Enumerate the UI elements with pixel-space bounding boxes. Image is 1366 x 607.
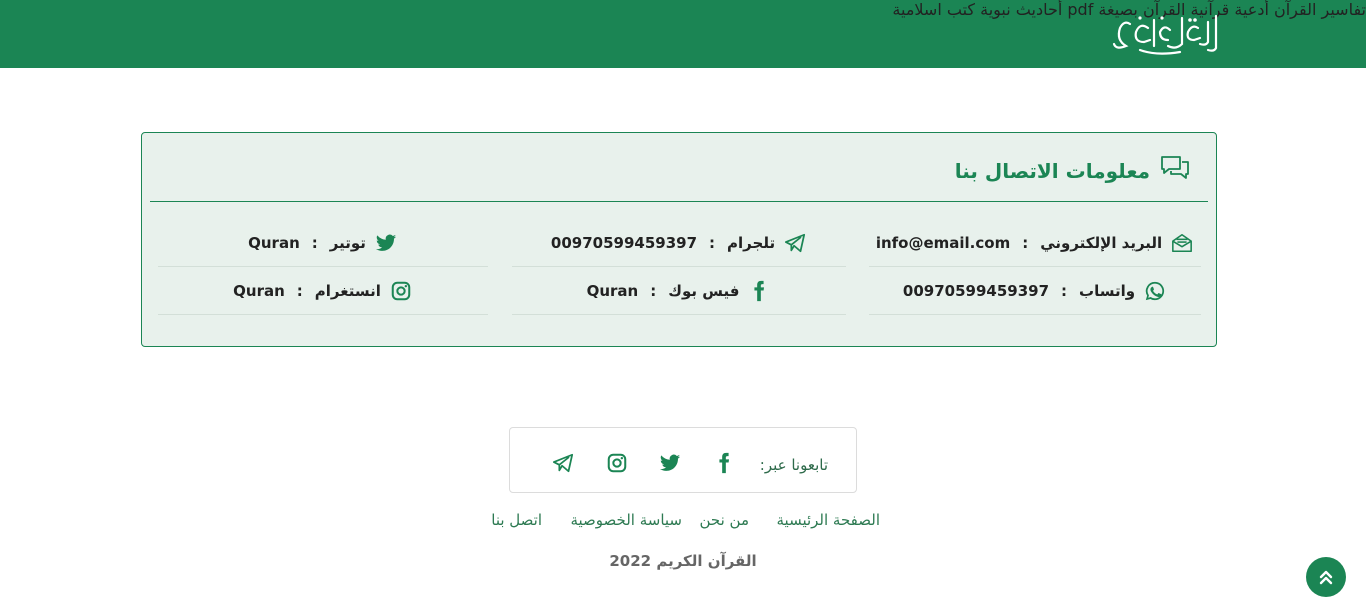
telegram-value[interactable]: 00970599459397 [551, 234, 697, 252]
twitter-icon [374, 231, 398, 255]
instagram-value[interactable]: Quran [233, 282, 285, 300]
contact-card-header: معلومات الاتصال بنا [955, 155, 1190, 186]
follow-us-box: تابعونا عبر: [509, 427, 857, 493]
whatsapp-label: واتساب [1079, 281, 1136, 300]
email-separator: : [1022, 233, 1029, 252]
nav-hadith[interactable]: أحاديث نبوية [980, 0, 1062, 19]
contact-whatsapp-row: واتساب : 00970599459397 [869, 267, 1201, 315]
contact-card-title: معلومات الاتصال بنا [954, 158, 1150, 183]
whatsapp-value[interactable]: 00970599459397 [903, 282, 1049, 300]
instagram-icon [389, 279, 413, 303]
envelope-open-icon [1170, 231, 1194, 255]
twitter-label: توتير [329, 233, 366, 252]
footer-link-privacy[interactable]: سياسة الخصوصية [570, 511, 682, 529]
contact-instagram-row: انستغرام : Quran [158, 267, 488, 315]
nav-tafsir[interactable]: تفاسير القرآن [1274, 0, 1366, 19]
chat-bubbles-icon [1160, 155, 1190, 186]
top-navbar: تفاسير القرآن أدعية قرآنية القرآن بصيغة … [0, 0, 1366, 68]
whatsapp-icon [1143, 279, 1167, 303]
email-label: البريد الإلكتروني [1040, 233, 1163, 252]
contact-info-card: معلومات الاتصال بنا البريد الإلكتروني : … [141, 132, 1217, 347]
facebook-icon [747, 279, 771, 303]
facebook-label: فيس بوك [668, 281, 740, 300]
contact-email-row: البريد الإلكتروني : info@email.com [869, 219, 1201, 267]
contact-card-divider [150, 201, 1208, 202]
instagram-icon[interactable] [606, 452, 628, 474]
email-value[interactable]: info@email.com [876, 234, 1010, 252]
twitter-separator: : [311, 233, 318, 252]
contact-column-left: توتير : Quran انستغرام : Quran [158, 219, 488, 315]
footer-link-home[interactable]: الصفحة الرئيسية [777, 511, 881, 529]
contact-twitter-row: توتير : Quran [158, 219, 488, 267]
contact-telegram-row: تلجرام : 00970599459397 [512, 219, 846, 267]
facebook-value[interactable]: Quran [587, 282, 639, 300]
follow-us-label: تابعونا عبر: [759, 456, 828, 474]
contact-column-right: البريد الإلكتروني : info@email.com واتسا… [869, 219, 1201, 315]
site-logo[interactable] [1110, 10, 1222, 58]
facebook-separator: : [650, 281, 657, 300]
contact-column-middle: تلجرام : 00970599459397 فيس بوك : Quran [512, 219, 846, 315]
footer-link-about[interactable]: من نحن [700, 511, 750, 529]
twitter-value[interactable]: Quran [248, 234, 300, 252]
instagram-label: انستغرام [314, 281, 381, 300]
telegram-separator: : [709, 233, 716, 252]
scroll-to-top-button[interactable] [1306, 557, 1346, 597]
chevron-double-up-icon [1317, 568, 1335, 586]
contact-facebook-row: فيس بوك : Quran [512, 267, 846, 315]
instagram-separator: : [296, 281, 303, 300]
facebook-icon[interactable] [713, 452, 735, 474]
nav-books[interactable]: كتب اسلامية [892, 0, 975, 19]
telegram-icon[interactable] [552, 452, 574, 474]
twitter-icon[interactable] [659, 452, 681, 474]
footer-link-contact[interactable]: اتصل بنا [491, 511, 542, 529]
telegram-icon [783, 231, 807, 255]
telegram-label: تلجرام [727, 233, 776, 252]
copyright-text: القرآن الكريم 2022 [609, 552, 757, 570]
whatsapp-separator: : [1061, 281, 1068, 300]
